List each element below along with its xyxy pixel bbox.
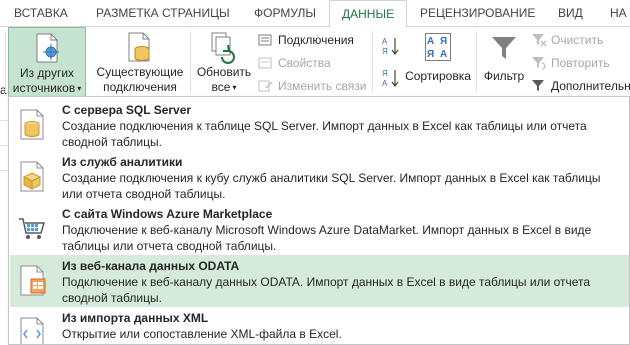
ribbon-tab-bar: ВСТАВКА РАЗМЕТКА СТРАНИЦЫ ФОРМУЛЫ ДАННЫЕ… <box>0 0 630 28</box>
menu-item-description: Создание подключения к кубу служб аналит… <box>62 171 601 201</box>
properties-button[interactable]: Свойства <box>258 54 331 72</box>
existing-connections-button[interactable]: Существующие подключения <box>92 27 188 97</box>
ribbon-separator <box>5 31 6 93</box>
menu-item-title: С сайта Windows Azure Marketplace <box>62 207 273 221</box>
edit-links-icon <box>258 79 274 93</box>
ribbon-separator <box>372 31 373 93</box>
menu-item-title: Из веб-канала данных ODATA <box>62 259 240 273</box>
menu-item-xml-import[interactable]: Из импорта данных XML Открытие или сопос… <box>10 307 629 344</box>
refresh-all-button[interactable]: Обновить все ▾ <box>194 27 254 97</box>
menu-item-title: Из импорта данных XML <box>62 311 209 325</box>
odata-feed-icon <box>18 265 48 297</box>
sort-a-glyph-2: А <box>440 49 448 60</box>
azure-marketplace-cart-icon <box>18 213 48 245</box>
sort-label: Сортировка <box>405 69 471 83</box>
svg-text:А: А <box>382 79 388 88</box>
sort-button[interactable]: А Я Я А Сортировка <box>404 27 472 97</box>
clear-filter-button[interactable]: Очистить <box>531 31 603 49</box>
svg-text:А: А <box>382 37 388 46</box>
refresh-all-label-1: Обновить <box>196 65 252 79</box>
sort-z-glyph-2: Я <box>427 49 435 60</box>
ribbon-separator <box>476 31 477 93</box>
svg-text:Я: Я <box>382 47 388 56</box>
sort-descending-icon: Я А <box>382 69 399 88</box>
other-sources-dropdown: С сервера SQL Server Создание подключени… <box>8 96 630 345</box>
menu-item-description: Подключение к веб-каналу данных ODATA. И… <box>62 275 591 305</box>
menu-item-odata-feed[interactable]: Из веб-канала данных ODATA Подключение к… <box>10 255 629 307</box>
existing-connections-icon <box>125 31 155 65</box>
properties-icon <box>258 56 274 70</box>
funnel-icon <box>489 33 519 63</box>
tab-data[interactable]: ДАННЫЕ <box>329 0 408 28</box>
sql-server-icon <box>18 109 48 141</box>
sort-descending-button[interactable]: Я А <box>381 67 401 89</box>
tab-more[interactable]: НА <box>610 0 627 27</box>
analysis-services-icon <box>18 161 48 193</box>
from-other-sources-label-2: источников ▾ <box>12 81 82 95</box>
sort-ascending-button[interactable]: А Я <box>381 35 401 57</box>
menu-item-description: Подключение к веб-каналу Microsoft Windo… <box>62 223 592 253</box>
connections-button[interactable]: Подключения <box>258 31 354 49</box>
from-other-sources-button[interactable]: Из других источников ▾ <box>8 27 86 97</box>
menu-item-title: Из служб аналитики <box>62 155 183 169</box>
menu-item-title: С сервера SQL Server <box>62 103 192 117</box>
ribbon-data: а Из других источников ▾ Существующие по… <box>0 27 630 97</box>
svg-text:Я: Я <box>382 69 388 78</box>
ribbon-separator <box>190 31 191 93</box>
existing-connections-label-1: Существующие <box>96 65 184 79</box>
menu-item-description: Открытие или сопоставление XML-файла в E… <box>62 327 342 341</box>
menu-item-description: Создание подключения к таблице SQL Serve… <box>62 119 587 149</box>
filter-label: Фильтр <box>483 69 525 83</box>
chevron-down-icon: ▾ <box>77 84 82 94</box>
refresh-all-label-2: все ▾ <box>211 80 237 94</box>
xml-import-icon <box>18 317 48 344</box>
clear-filter-icon <box>531 33 547 47</box>
sort-icon: А Я Я А <box>423 33 453 63</box>
advanced-filter-button[interactable]: Дополнительно <box>531 77 630 95</box>
menu-item-sql-server[interactable]: С сервера SQL Server Создание подключени… <box>10 99 629 151</box>
tab-page-layout[interactable]: РАЗМЕТКА СТРАНИЦЫ <box>96 0 230 27</box>
menu-item-analysis-services[interactable]: Из служб аналитики Создание подключения … <box>10 151 629 203</box>
other-sources-icon <box>31 32 63 66</box>
existing-connections-label-2: подключения <box>103 80 177 94</box>
refresh-icon <box>208 31 240 65</box>
tab-view[interactable]: ВИД <box>558 0 583 27</box>
tab-insert[interactable]: ВСТАВКА <box>14 0 68 27</box>
reapply-icon <box>531 56 547 70</box>
menu-item-azure-marketplace[interactable]: С сайта Windows Azure Marketplace Подклю… <box>10 203 629 255</box>
chevron-down-icon: ▾ <box>232 83 237 93</box>
sort-ascending-icon: А Я <box>382 37 399 56</box>
tab-formulas[interactable]: ФОРМУЛЫ <box>254 0 316 27</box>
connections-icon <box>258 33 274 47</box>
from-other-sources-label-1: Из других <box>19 66 75 80</box>
advanced-filter-icon <box>531 79 547 93</box>
filter-button[interactable]: Фильтр <box>480 27 528 97</box>
edit-links-button[interactable]: Изменить связи <box>258 77 366 95</box>
reapply-button[interactable]: Повторить <box>531 54 610 72</box>
tab-review[interactable]: РЕЦЕНЗИРОВАНИЕ <box>420 0 535 27</box>
